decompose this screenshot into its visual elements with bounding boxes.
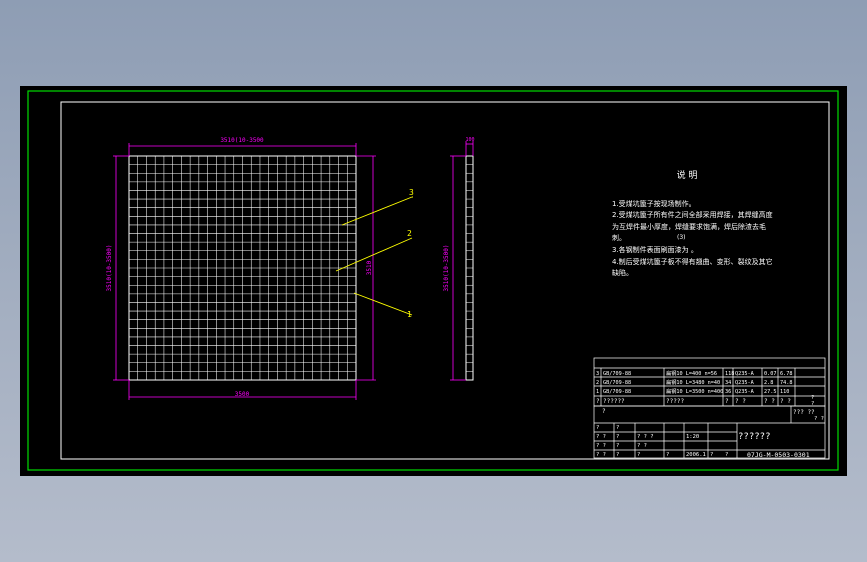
bom-cell: 0.07 [764, 371, 777, 377]
title-block-cell: ? ? [596, 443, 606, 449]
bom-header-cell: ? ? [780, 398, 791, 405]
drawing-name: ?????? [738, 432, 771, 442]
bom-cell: 3 [596, 371, 599, 377]
bom-header-cell: ?????? [603, 398, 625, 405]
bom-cell: 6.78 [780, 371, 793, 377]
note-line: 2.受煤坑篦子所有件之间全部采用焊接，其焊缝高度 [612, 210, 773, 219]
title-block-cell: ? [616, 425, 619, 431]
bom-header-cell: ? [596, 398, 600, 405]
bom-cell: 110 [780, 389, 789, 395]
title-block-cell: ? [725, 452, 728, 458]
bom-cell: 118 [725, 371, 734, 377]
note-line: 缺陷。 [612, 268, 633, 277]
bom-cell: GB/709-88 [603, 389, 631, 395]
title-block-cell: 2006.1 [686, 452, 706, 458]
technical-notes: 说 明 1.受煤坑篦子按现场制作。 2.受煤坑篦子所有件之间全部采用焊接，其焊缝… [612, 169, 773, 277]
title-block-mark: ? [602, 408, 606, 415]
title-block-cell: ? [616, 452, 619, 458]
drawing-number: 07JG-M-0503-0301 [747, 451, 810, 459]
bom-header-cell: ????? [666, 398, 684, 405]
bom-cell: 2.8 [764, 380, 773, 386]
bom-cell: GB/709-88 [603, 371, 631, 377]
cad-viewport[interactable]: 3510(10-3500 3500 3510(10-3500) 3510 3 2… [20, 86, 847, 476]
title-block-text: ???? ??? ???? ??? ? ? 1:20? ??? ?? ???? 20… [596, 408, 824, 459]
grate-grid [129, 156, 356, 380]
title-block-cell: ? [637, 452, 640, 458]
bom-header-cell: ? ? [735, 398, 746, 405]
bom-cell: 扁钢10 L=3500 n=400 [666, 387, 723, 395]
bom-cell: 扁钢10 L=400 n=56 [666, 369, 717, 377]
outer-frame [27, 90, 839, 471]
bom-cell: 27.5 [764, 389, 777, 395]
note-line: 4.制后受煤坑篦子板不得有翘曲、变形、裂纹及其它 [612, 257, 773, 266]
callout-2: 2 [407, 229, 412, 238]
bom-cell: 36 [725, 389, 731, 395]
grate-plan-view: 3510(10-3500 3500 3510(10-3500) 3510 3 2… [106, 137, 414, 400]
cad-drawing: 3510(10-3500 3500 3510(10-3500) 3510 3 2… [27, 90, 839, 471]
side-height-dimension: 3510(10-3500) [443, 245, 450, 292]
title-block-cell: ? [710, 452, 713, 458]
right-height-dimension: 3510 [366, 260, 373, 275]
title-block-cell: ? [666, 452, 669, 458]
left-height-dimension: 3510(10-3500) [106, 245, 113, 292]
bottom-width-dimension: 3500 [235, 391, 250, 398]
scale-label: ??? ?? [793, 409, 815, 416]
scale-sub: ? ? [814, 416, 824, 422]
bom-cell: Q235-A [735, 389, 755, 395]
top-width-dimension: 3510(10-3500 [220, 137, 264, 144]
note-line: 刺。 [612, 233, 626, 242]
grate-side-view: 100 3510(10-3500) [443, 137, 475, 381]
bom-header-cell: ? [725, 398, 729, 405]
bom-cell: 扁钢10 L=3480 n=40 [666, 378, 720, 386]
bom-header-cell: ? ? [764, 398, 775, 405]
side-top-dimension: 100 [465, 137, 474, 143]
callout-1: 1 [407, 310, 412, 319]
note-line-extra: (3) [677, 234, 686, 241]
bom-cell: Q235-A [735, 380, 755, 386]
notes-title: 说 明 [677, 169, 698, 181]
note-line: 1.受煤坑篦子按现场制作。 [612, 199, 696, 208]
callout-leaders [335, 196, 413, 316]
bom-cell: 34 [725, 380, 731, 386]
title-block-cell: ? ? ? [637, 434, 654, 440]
bom-cell: GB/709-88 [603, 380, 631, 386]
title-block-cell: ? [596, 425, 599, 431]
bom-cell: 2 [596, 380, 599, 386]
title-block-cell: 1:20 [686, 434, 699, 440]
note-line: 3.各钢制件表面刷面漆为 。 [612, 245, 698, 254]
title-block-cell: ? ? [637, 443, 647, 449]
callout-3: 3 [409, 188, 414, 197]
title-block-cell: ? [616, 434, 619, 440]
title-block-cell: ? [616, 443, 619, 449]
side-dimensions [450, 141, 474, 381]
title-block-cell: ? ? [596, 434, 606, 440]
bom-cell: Q235-A [735, 371, 755, 377]
plan-dimensions [113, 143, 376, 400]
bom-cell: 74.8 [780, 380, 793, 386]
title-block-cell: ? ? [596, 452, 606, 458]
bom-rows: 3 GB/709-88 扁钢10 L=400 n=56 118 Q235-A 0.07 6.… [596, 369, 814, 407]
bom-cell: 1 [596, 389, 599, 395]
note-line: 为互焊件最小厚度，焊缝要求饱满，焊后除渣去毛 [612, 222, 766, 231]
